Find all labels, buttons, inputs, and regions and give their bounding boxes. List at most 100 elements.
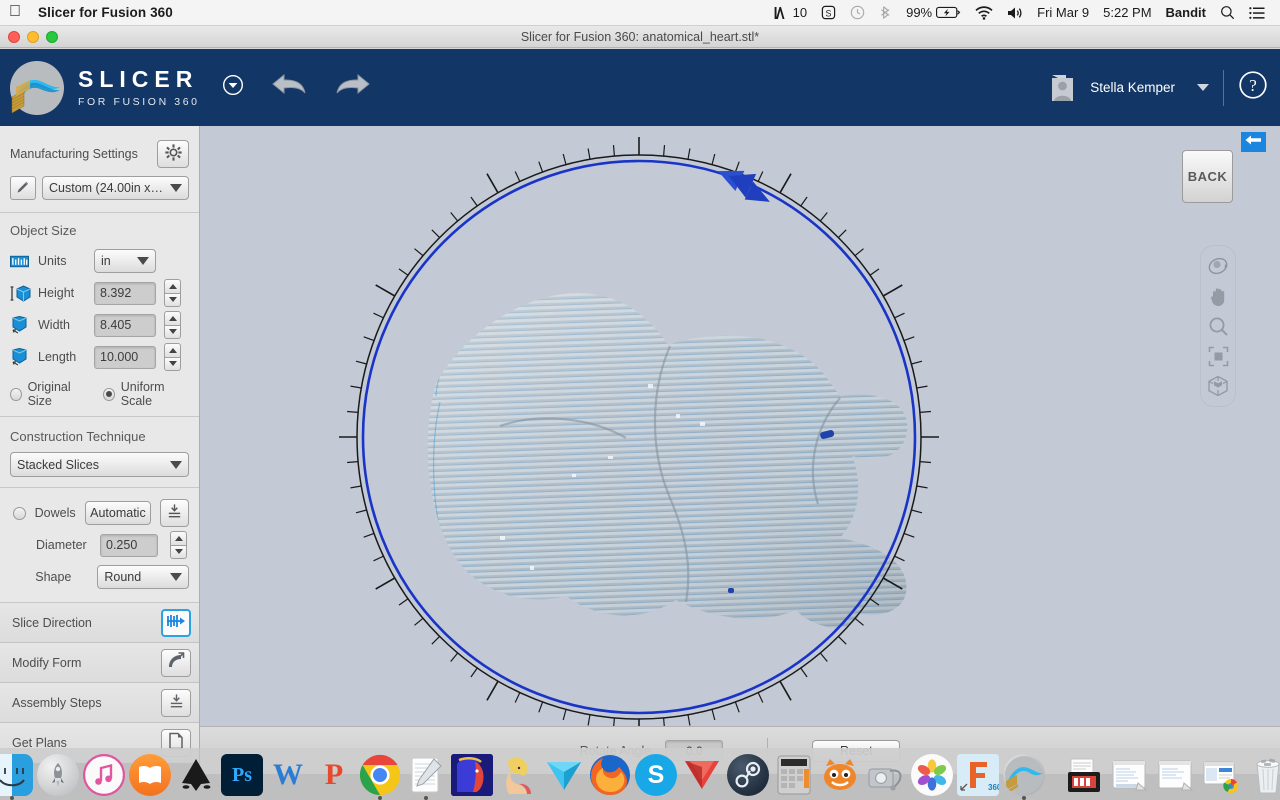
- orbit-tool[interactable]: [1205, 253, 1231, 279]
- width-stepper-down[interactable]: [164, 324, 181, 339]
- dock-item-disk-utility[interactable]: [865, 754, 907, 798]
- height-stepper-up[interactable]: [164, 279, 181, 293]
- menu-time[interactable]: 5:22 PM: [1096, 5, 1158, 20]
- slicer-logo-icon: [6, 57, 68, 119]
- original-size-radio[interactable]: [10, 387, 22, 401]
- model-viewport[interactable]: BACK: [200, 126, 1280, 726]
- fit-view-tool[interactable]: [1205, 343, 1231, 369]
- dowels-radio[interactable]: [13, 506, 26, 520]
- dock-item-ibooks[interactable]: [129, 754, 171, 798]
- back-button[interactable]: BACK: [1182, 150, 1233, 203]
- user-menu-button[interactable]: [1197, 79, 1209, 97]
- shape-dropdown[interactable]: Round: [97, 565, 189, 589]
- dock-item-vectorworks[interactable]: [543, 754, 585, 798]
- slice-direction-button[interactable]: [161, 608, 191, 637]
- dock-item-finder[interactable]: [0, 754, 33, 800]
- dock-item-chrome[interactable]: [359, 754, 401, 800]
- dock-item-steam[interactable]: [727, 754, 769, 798]
- pan-tool[interactable]: [1205, 283, 1231, 309]
- dock-item-fusion360[interactable]: 360: [957, 754, 999, 798]
- sidebar-item-modify-form[interactable]: Modify Form: [0, 643, 199, 683]
- view-cube-tool[interactable]: [1205, 373, 1231, 399]
- apple-logo-icon[interactable]: : [0, 3, 30, 22]
- diameter-input[interactable]: 0.250: [100, 533, 158, 557]
- maximize-button[interactable]: [46, 31, 58, 43]
- units-dropdown[interactable]: in: [94, 249, 156, 273]
- rotate-dial[interactable]: [339, 137, 939, 726]
- length-stepper-down[interactable]: [164, 356, 181, 371]
- bluetooth-indicator[interactable]: [872, 5, 899, 20]
- sidebar-item-assembly-steps[interactable]: Assembly Steps: [0, 683, 199, 723]
- dock-item-powerpoint[interactable]: P: [313, 754, 355, 798]
- app-logo[interactable]: SLICER FOR FUSION 360: [0, 57, 200, 119]
- height-input[interactable]: 8.392: [94, 281, 156, 305]
- uniform-scale-radio[interactable]: [103, 387, 115, 401]
- avatar[interactable]: [1048, 73, 1078, 103]
- manufacturing-settings-button[interactable]: [157, 140, 189, 168]
- minimized-document-1[interactable]: [1110, 756, 1150, 796]
- dock-item-slicer[interactable]: [1003, 754, 1045, 800]
- height-stepper[interactable]: [164, 279, 181, 307]
- dock-item-word[interactable]: W: [267, 754, 309, 798]
- dock-item-notes[interactable]: [405, 754, 447, 800]
- minimized-browser[interactable]: [1202, 756, 1242, 796]
- trash[interactable]: [1248, 756, 1280, 796]
- dowels-automatic-button[interactable]: Automatic: [84, 501, 151, 525]
- bluetooth-icon: [879, 5, 892, 20]
- dock-item-firefox[interactable]: [589, 754, 631, 798]
- app-logo-title: SLICER: [78, 65, 199, 92]
- app-menu-button[interactable]: [222, 74, 244, 101]
- left-settings-panel: Manufacturing Settings Custom (24.00in x…: [0, 126, 200, 763]
- dock-item-skype[interactable]: S: [635, 754, 677, 798]
- edit-material-button[interactable]: [10, 176, 36, 200]
- spotlight-search[interactable]: [1213, 5, 1242, 20]
- diameter-stepper[interactable]: [170, 531, 187, 559]
- dock-item-game-anime-2[interactable]: [497, 754, 539, 798]
- dock-item-photoshop[interactable]: Ps: [221, 754, 263, 798]
- sidebar-item-slice-direction[interactable]: Slice Direction: [0, 603, 199, 643]
- width-input[interactable]: 8.405: [94, 313, 156, 337]
- menu-bar-app-name[interactable]: Slicer for Fusion 360: [30, 5, 181, 20]
- modify-form-button[interactable]: [161, 648, 191, 677]
- diameter-stepper-down[interactable]: [170, 544, 187, 559]
- menu-date[interactable]: Fri Mar 9: [1030, 5, 1096, 20]
- dock-item-launchpad[interactable]: [37, 754, 79, 798]
- dock-item-cinema4d[interactable]: [681, 754, 723, 798]
- dowels-settings-button[interactable]: [159, 499, 189, 527]
- shield-indicator[interactable]: S: [814, 5, 843, 20]
- help-button[interactable]: ?: [1238, 70, 1268, 105]
- units-dropdown-value: in: [101, 254, 111, 268]
- width-stepper-up[interactable]: [164, 311, 181, 325]
- time-machine-indicator[interactable]: [843, 5, 872, 20]
- height-stepper-down[interactable]: [164, 292, 181, 307]
- dock-item-scratch[interactable]: [819, 754, 861, 798]
- length-input[interactable]: 10.000: [94, 345, 156, 369]
- dock-item-calculator[interactable]: [773, 754, 815, 798]
- assembly-steps-button[interactable]: [161, 688, 191, 717]
- minimized-presentation[interactable]: [1064, 756, 1104, 796]
- adobe-cc-indicator[interactable]: 10: [766, 5, 814, 20]
- redo-button[interactable]: [334, 72, 372, 103]
- close-button[interactable]: [8, 31, 20, 43]
- minimize-button[interactable]: [27, 31, 39, 43]
- volume-indicator[interactable]: [1000, 6, 1030, 20]
- minimized-document-2[interactable]: [1156, 756, 1196, 796]
- zoom-tool[interactable]: [1205, 313, 1231, 339]
- running-indicator: [424, 796, 428, 800]
- notification-center[interactable]: [1242, 6, 1272, 20]
- dock-item-inkscape[interactable]: [175, 754, 217, 798]
- collapse-panel-button[interactable]: [1241, 132, 1266, 152]
- dock-item-photos[interactable]: [911, 754, 953, 798]
- diameter-stepper-up[interactable]: [170, 531, 187, 545]
- width-stepper[interactable]: [164, 311, 181, 339]
- wifi-indicator[interactable]: [968, 5, 1000, 20]
- material-dropdown[interactable]: Custom (24.00in x 1…: [42, 176, 189, 200]
- dock-item-itunes[interactable]: [83, 754, 125, 798]
- undo-button[interactable]: [270, 72, 308, 103]
- menu-username[interactable]: Bandit: [1159, 5, 1213, 20]
- length-stepper-up[interactable]: [164, 343, 181, 357]
- battery-indicator[interactable]: 99%: [899, 5, 968, 20]
- construction-technique-dropdown[interactable]: Stacked Slices: [10, 452, 189, 477]
- dock-item-game-anime-1[interactable]: [451, 754, 493, 798]
- length-stepper[interactable]: [164, 343, 181, 371]
